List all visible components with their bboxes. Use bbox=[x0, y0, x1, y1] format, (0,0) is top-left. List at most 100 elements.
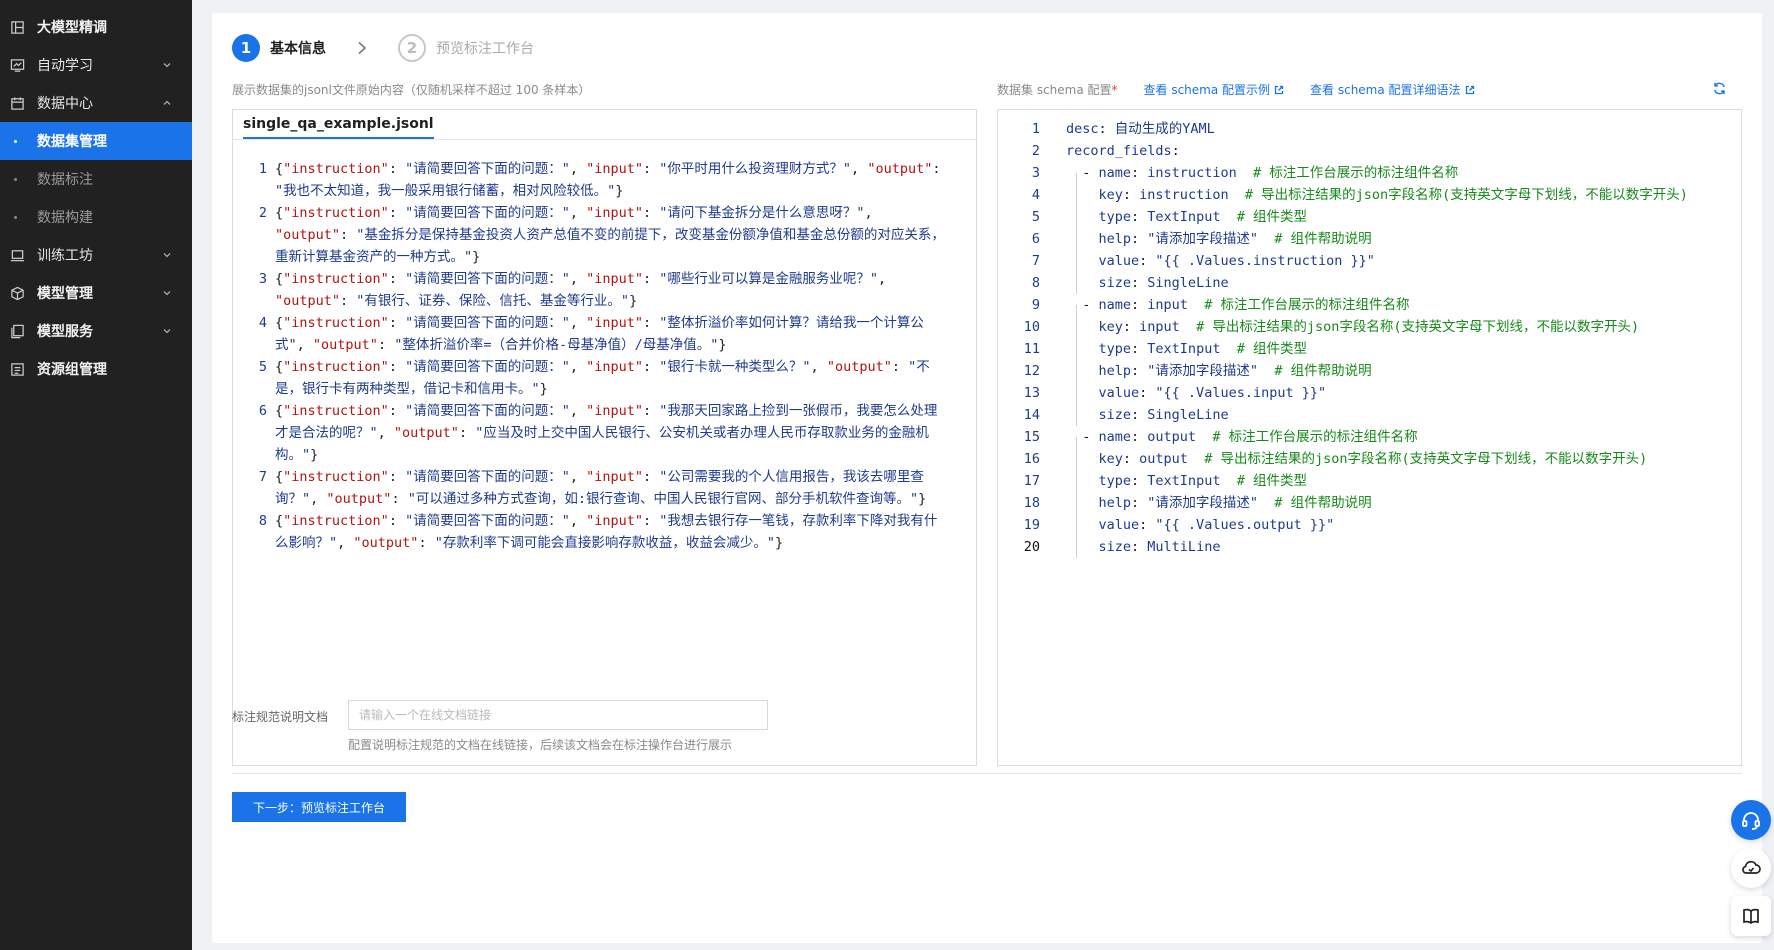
line-number: 5 bbox=[1031, 209, 1040, 225]
json-key: "instruction" bbox=[283, 315, 389, 331]
jsonl-preview-hint: 展示数据集的jsonl文件原始内容（仅随机采样不超过 100 条样本） bbox=[232, 83, 591, 97]
yaml-line-text: type: TextInput # 组件类型 bbox=[1040, 206, 1307, 228]
json-output-value: "我也不太知道，我一般采用银行储蓄，相对风险较低。" bbox=[275, 183, 616, 199]
sidebar-item-model-service[interactable]: 模型服务 bbox=[0, 312, 192, 350]
line-number: 8 bbox=[1031, 275, 1040, 291]
sidebar-subitem-data-construction[interactable]: 数据构建 bbox=[0, 198, 192, 236]
yaml-token-yp bbox=[1066, 187, 1099, 203]
copy-icon bbox=[9, 323, 25, 339]
json-instruction-value: "请简要回答下面的问题：" bbox=[405, 403, 570, 419]
json-punct: : bbox=[932, 161, 941, 177]
refresh-icon[interactable] bbox=[1712, 81, 1727, 96]
jsonl-line: 1 {"instruction": "请简要回答下面的问题：", "input":… bbox=[233, 158, 976, 202]
yaml-token-ys: "{{ .Values.instruction }}" bbox=[1155, 253, 1375, 269]
yaml-token-yp bbox=[1066, 539, 1099, 555]
line-number: 12 bbox=[1023, 363, 1040, 379]
json-punct: : bbox=[388, 205, 406, 221]
json-punct: , bbox=[569, 469, 587, 485]
json-input-value: "哪些行业可以算是金融服务业呢？" bbox=[659, 271, 879, 287]
sidebar-subitem-data-annotation[interactable]: 数据标注 bbox=[0, 160, 192, 198]
yaml-token-yv: SingleLine bbox=[1147, 275, 1229, 291]
line-number: 6 bbox=[1031, 231, 1040, 247]
line-number: 17 bbox=[1023, 473, 1040, 489]
yaml-line: 20 size: MultiLine bbox=[998, 536, 1741, 558]
json-punct: : bbox=[388, 359, 406, 375]
yaml-token-yp: : bbox=[1131, 429, 1148, 445]
yaml-token-yv: output bbox=[1139, 451, 1188, 467]
sidebar-subitem-dataset-management[interactable]: 数据集管理 bbox=[0, 122, 192, 160]
yaml-token-yp bbox=[1066, 363, 1099, 379]
spec-doc-input[interactable] bbox=[348, 700, 768, 730]
json-punct: : bbox=[377, 337, 395, 353]
sidebar-item-resource-group[interactable]: 资源组管理 bbox=[0, 350, 192, 388]
yaml-token-yk: name bbox=[1098, 165, 1132, 181]
schema-header: 数据集 schema 配置 * 查看 schema 配置示例 查看 schema … bbox=[997, 81, 1475, 98]
yaml-token-yv: TextInput bbox=[1147, 341, 1221, 357]
yaml-line: 13 value: "{{ .Values.input }}" bbox=[998, 382, 1741, 404]
sidebar-item-model-management[interactable]: 模型管理 bbox=[0, 274, 192, 312]
file-tab[interactable]: single_qa_example.jsonl bbox=[243, 116, 434, 139]
json-punct: , bbox=[569, 205, 587, 221]
json-output-value: "整体折溢价率=（合并价格-母基净值）/母基净值。" bbox=[394, 337, 719, 353]
yaml-token-yc: # 标注工作台展示的标注组件名称 bbox=[1187, 297, 1410, 313]
schema-example-link[interactable]: 查看 schema 配置示例 bbox=[1144, 81, 1285, 98]
json-punct: : bbox=[643, 271, 660, 287]
step-label-basic-info[interactable]: 基本信息 bbox=[270, 38, 326, 58]
jsonl-line-text: {"instruction": "请简要回答下面的问题：", "input": … bbox=[275, 510, 950, 554]
yaml-line-text: - name: input # 标注工作台展示的标注组件名称 bbox=[1040, 294, 1409, 316]
line-number: 10 bbox=[1023, 319, 1040, 335]
yaml-line-text: - name: instruction # 标注工作台展示的标注组件名称 bbox=[1040, 162, 1458, 184]
yaml-token-yv: TextInput bbox=[1147, 473, 1221, 489]
jsonl-code: 1 {"instruction": "请简要回答下面的问题：", "input":… bbox=[233, 140, 976, 554]
schema-syntax-link[interactable]: 查看 schema 配置详细语法 bbox=[1310, 81, 1475, 98]
yaml-line: 16 key: output # 导出标注结果的json字段名称(支持英文字母下… bbox=[998, 448, 1741, 470]
json-key: "input" bbox=[586, 469, 644, 485]
yaml-token-yv: 自动生成的YAML bbox=[1114, 121, 1215, 137]
yaml-code[interactable]: 1 desc: 自动生成的YAML 2 record_fields: 3 - name:… bbox=[998, 110, 1741, 558]
sidebar-subitem-label: 数据标注 bbox=[37, 172, 93, 188]
yaml-line: 14 size: SingleLine bbox=[998, 404, 1741, 426]
yaml-token-yk: size bbox=[1098, 275, 1132, 291]
yaml-token-yp bbox=[1066, 231, 1099, 247]
yaml-token-yc: # 标注工作台展示的标注组件名称 bbox=[1196, 429, 1418, 445]
schema-editor[interactable]: 1 desc: 自动生成的YAML 2 record_fields: 3 - name:… bbox=[997, 109, 1742, 766]
line-number: 14 bbox=[1023, 407, 1040, 423]
yaml-token-yp: : bbox=[1139, 385, 1156, 401]
cloud-button[interactable] bbox=[1731, 848, 1771, 888]
sidebar-item-llm-finetune[interactable]: 大模型精调 bbox=[0, 8, 192, 46]
yaml-token-yp: : bbox=[1131, 231, 1148, 247]
json-punct: { bbox=[275, 359, 284, 375]
json-punct: } bbox=[539, 381, 548, 397]
tune-icon bbox=[9, 19, 25, 35]
yaml-token-yp bbox=[1066, 495, 1099, 511]
yaml-token-yv: instruction bbox=[1147, 165, 1237, 181]
required-mark: * bbox=[1111, 82, 1118, 97]
yaml-token-yp bbox=[1066, 253, 1099, 269]
yaml-token-yp: : bbox=[1131, 539, 1148, 555]
step-label-preview-workbench[interactable]: 预览标注工作台 bbox=[436, 38, 534, 58]
line-number: 15 bbox=[1023, 429, 1040, 445]
chevron-down-icon bbox=[163, 329, 171, 334]
json-key: "input" bbox=[586, 205, 644, 221]
yaml-line: 5 type: TextInput # 组件类型 bbox=[998, 206, 1741, 228]
docs-button[interactable] bbox=[1731, 896, 1771, 936]
yaml-token-yk: record_fields bbox=[1066, 143, 1172, 159]
json-punct: , bbox=[337, 535, 354, 551]
json-key: "instruction" bbox=[283, 205, 389, 221]
jsonl-line-text: {"instruction": "请简要回答下面的问题：", "input": … bbox=[275, 158, 950, 202]
json-punct: : bbox=[891, 359, 909, 375]
support-button[interactable] bbox=[1731, 800, 1771, 840]
schema-label: 数据集 schema 配置 bbox=[997, 83, 1112, 97]
json-punct: : bbox=[388, 513, 406, 529]
yaml-token-yc: # 组件类型 bbox=[1220, 209, 1307, 225]
sidebar-item-automl[interactable]: 自动学习 bbox=[0, 46, 192, 84]
book-icon bbox=[1743, 908, 1759, 925]
sidebar-item-label: 训练工坊 bbox=[37, 248, 93, 264]
cube-icon bbox=[9, 285, 25, 301]
next-step-button[interactable]: 下一步：预览标注工作台 bbox=[232, 792, 406, 822]
yaml-token-yp: : bbox=[1131, 407, 1148, 423]
sidebar-item-data-center[interactable]: 数据中心 bbox=[0, 84, 192, 122]
json-input-value: "请问下基金拆分是什么意思呀？" bbox=[659, 205, 865, 221]
yaml-token-yp: : bbox=[1122, 451, 1140, 467]
sidebar-item-training-workshop[interactable]: 训练工坊 bbox=[0, 236, 192, 274]
